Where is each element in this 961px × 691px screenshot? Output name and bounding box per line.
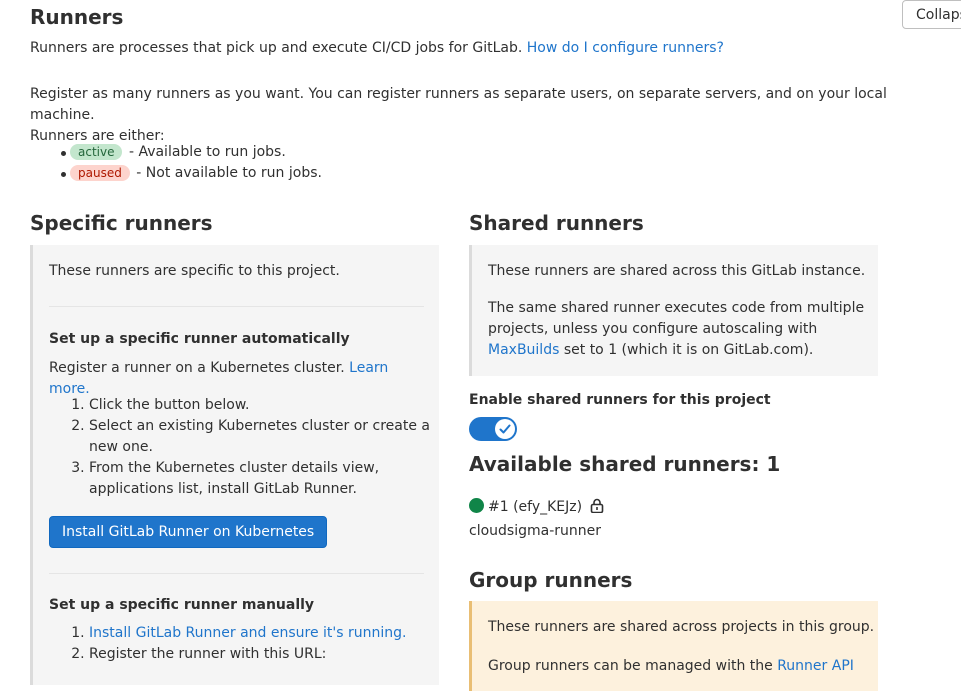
divider — [49, 573, 424, 574]
manual-step: Install GitLab Runner and ensure it's ru… — [89, 623, 459, 644]
specific-runners-title: Specific runners — [30, 211, 213, 235]
available-shared-runners-title: Available shared runners: 1 — [469, 452, 781, 476]
install-runner-link[interactable]: Install GitLab Runner and ensure it's ru… — [89, 625, 406, 641]
shared-info-text-1: The same shared runner executes code fro… — [488, 300, 865, 337]
divider — [49, 306, 424, 307]
intro-description: Runners are processes that pick up and e… — [30, 40, 523, 56]
active-badge: active — [70, 144, 123, 160]
paused-badge: paused — [70, 165, 130, 181]
checkmark-icon — [499, 424, 511, 434]
page-title: Runners — [30, 5, 124, 29]
status-item-active: active - Available to run jobs. — [30, 142, 530, 163]
auto-setup-description: Register a runner on a Kubernetes cluste… — [49, 360, 345, 376]
shared-runners-info: The same shared runner executes code fro… — [488, 298, 866, 361]
auto-step: Select an existing Kubernetes cluster or… — [89, 416, 444, 458]
shared-runners-toggle[interactable] — [469, 417, 517, 441]
intro-text: Runners are processes that pick up and e… — [30, 38, 890, 59]
shared-runners-title: Shared runners — [469, 211, 644, 235]
manual-step: Register the runner with this URL: — [89, 644, 459, 665]
shared-runner-name: cloudsigma-runner — [469, 523, 601, 539]
online-status-icon — [469, 498, 484, 513]
shared-runner-item: #1 (efy_KEJz) — [469, 497, 604, 518]
auto-setup-steps: Click the button below. Select an existi… — [49, 395, 444, 500]
status-item-paused: paused - Not available to run jobs. — [30, 163, 530, 184]
manual-setup-heading: Set up a specific runner manually — [49, 597, 315, 613]
group-runners-info: Group runners can be managed with the Ru… — [488, 656, 868, 677]
register-text: Register as many runners as you want. Yo… — [30, 84, 890, 147]
runner-api-link[interactable]: Runner API — [777, 658, 854, 674]
runner-id: #1 (efy_KEJz) — [488, 499, 583, 515]
maxbuilds-link[interactable]: MaxBuilds — [488, 342, 559, 358]
auto-setup-heading: Set up a specific runner automatically — [49, 331, 350, 347]
group-runners-panel — [469, 601, 878, 691]
collapse-button[interactable]: Collaps — [902, 0, 961, 29]
shared-runners-toggle-label: Enable shared runners for this project — [469, 392, 771, 408]
configure-runners-link[interactable]: How do I configure runners? — [527, 40, 724, 56]
group-runners-description: These runners are shared across projects… — [488, 619, 875, 635]
paused-description: - Not available to run jobs. — [136, 165, 322, 181]
auto-setup-text: Register a runner on a Kubernetes cluste… — [49, 358, 429, 400]
register-text-line-1: Register as many runners as you want. Yo… — [30, 86, 887, 123]
shared-runners-description: These runners are shared across this Git… — [488, 263, 866, 279]
runner-status-list: active - Available to run jobs. paused -… — [30, 142, 530, 184]
shared-info-text-2: set to 1 (which it is on GitLab.com). — [563, 342, 814, 358]
specific-runners-description: These runners are specific to this proje… — [49, 263, 340, 279]
group-info-text: Group runners can be managed with the — [488, 658, 773, 674]
install-runner-kubernetes-button[interactable]: Install GitLab Runner on Kubernetes — [49, 516, 328, 548]
manual-setup-steps: Install GitLab Runner and ensure it's ru… — [49, 623, 459, 665]
group-runners-title: Group runners — [469, 568, 633, 592]
active-description: - Available to run jobs. — [128, 144, 286, 160]
lock-icon — [590, 498, 603, 514]
auto-step: From the Kubernetes cluster details view… — [89, 458, 444, 500]
auto-step: Click the button below. — [89, 395, 444, 416]
